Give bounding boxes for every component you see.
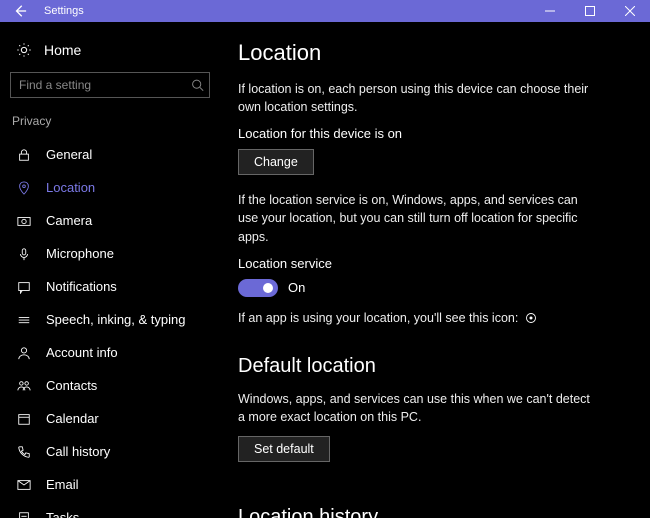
sidebar-item-label: Tasks — [46, 510, 79, 518]
camera-icon — [12, 214, 36, 228]
toggle-track — [238, 279, 278, 297]
contacts-icon — [12, 379, 36, 393]
microphone-icon — [12, 247, 36, 261]
search-container — [10, 72, 210, 98]
sidebar-item-label: Microphone — [46, 246, 114, 261]
content-pane: Location If location is on, each person … — [220, 22, 650, 518]
service-desc-text: If the location service is on, Windows, … — [238, 191, 598, 245]
arrow-left-icon — [13, 4, 27, 18]
toggle-thumb — [263, 283, 273, 293]
sidebar-item-label: Account info — [46, 345, 118, 360]
account-icon — [12, 346, 36, 360]
device-status-label: Location for this device is on — [238, 126, 630, 141]
sidebar-item-label: Calendar — [46, 411, 99, 426]
location-in-use-icon — [525, 312, 537, 324]
close-button[interactable] — [610, 0, 650, 22]
location-service-toggle[interactable]: On — [238, 279, 630, 297]
tasks-icon — [12, 511, 36, 518]
calendar-icon — [12, 412, 36, 426]
default-location-heading: Default location — [238, 355, 630, 378]
speech-icon — [12, 313, 36, 327]
gear-icon — [12, 42, 36, 58]
location-history-heading: Location history — [238, 506, 630, 518]
sidebar-item-label: General — [46, 147, 92, 162]
email-icon — [12, 478, 36, 492]
change-button[interactable]: Change — [238, 149, 314, 175]
minimize-icon — [545, 6, 555, 16]
back-button[interactable] — [0, 0, 40, 22]
sidebar-item-speech[interactable]: Speech, inking, & typing — [0, 303, 220, 336]
home-link[interactable]: Home — [0, 38, 220, 68]
sidebar-item-notifications[interactable]: Notifications — [0, 270, 220, 303]
toggle-state-label: On — [288, 280, 305, 295]
titlebar: Settings — [0, 0, 650, 22]
search-icon — [191, 79, 204, 92]
home-label: Home — [44, 42, 81, 58]
sidebar-item-microphone[interactable]: Microphone — [0, 237, 220, 270]
close-icon — [625, 6, 635, 16]
section-heading: Privacy — [0, 112, 220, 138]
phone-icon — [12, 445, 36, 459]
sidebar-item-location[interactable]: Location — [0, 171, 220, 204]
service-label: Location service — [238, 256, 630, 271]
sidebar-item-label: Call history — [46, 444, 110, 459]
location-intro-text: If location is on, each person using thi… — [238, 80, 598, 116]
minimize-button[interactable] — [530, 0, 570, 22]
sidebar-item-tasks[interactable]: Tasks — [0, 501, 220, 518]
notifications-icon — [12, 280, 36, 294]
set-default-button[interactable]: Set default — [238, 436, 330, 462]
default-location-text: Windows, apps, and services can use this… — [238, 390, 598, 426]
sidebar-item-label: Camera — [46, 213, 92, 228]
maximize-button[interactable] — [570, 0, 610, 22]
sidebar-item-label: Email — [46, 477, 79, 492]
sidebar-item-label: Speech, inking, & typing — [46, 312, 185, 327]
sidebar-item-general[interactable]: General — [0, 138, 220, 171]
search-input[interactable] — [10, 72, 210, 98]
icon-notice-text: If an app is using your location, you'll… — [238, 309, 598, 327]
sidebar-item-label: Contacts — [46, 378, 97, 393]
sidebar-item-camera[interactable]: Camera — [0, 204, 220, 237]
window-title: Settings — [44, 5, 84, 17]
sidebar-item-label: Location — [46, 180, 95, 195]
sidebar-item-calendar[interactable]: Calendar — [0, 402, 220, 435]
location-icon — [12, 181, 36, 195]
lock-icon — [12, 148, 36, 162]
sidebar-item-contacts[interactable]: Contacts — [0, 369, 220, 402]
sidebar-item-callhistory[interactable]: Call history — [0, 435, 220, 468]
sidebar-item-email[interactable]: Email — [0, 468, 220, 501]
maximize-icon — [585, 6, 595, 16]
page-title: Location — [238, 40, 630, 66]
sidebar: Home Privacy General Location Camera Mic… — [0, 22, 220, 518]
sidebar-item-account[interactable]: Account info — [0, 336, 220, 369]
sidebar-item-label: Notifications — [46, 279, 117, 294]
